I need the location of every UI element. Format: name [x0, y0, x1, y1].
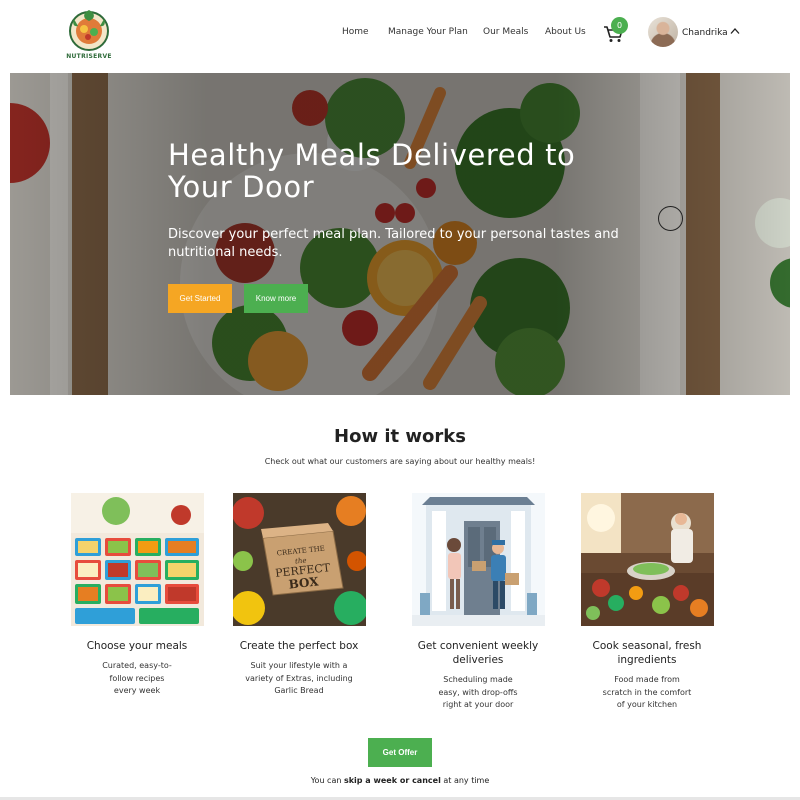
get-started-button[interactable]: Get Started	[168, 284, 232, 313]
step-description: Food made from scratch in the comfort of…	[602, 675, 692, 709]
step-title: Get convenient weekly deliveries	[417, 640, 539, 666]
get-offer-button[interactable]: Get Offer	[368, 738, 432, 767]
cursor-ring-icon	[658, 206, 683, 231]
know-more-button[interactable]: Know more	[244, 284, 308, 313]
how-it-works-title: How it works	[334, 426, 466, 447]
nav-our-meals-link[interactable]: Our Meals	[483, 27, 528, 37]
top-navbar: NUTRISERVE Home Manage Your Plan Our Mea…	[0, 0, 800, 72]
hero-subtitle: Discover your perfect meal plan. Tailore…	[168, 227, 619, 260]
user-menu[interactable]: Chandrika	[648, 17, 748, 49]
door-delivery-image	[412, 493, 545, 626]
chevron-up-icon[interactable]	[730, 27, 740, 35]
logo-emblem-icon	[69, 10, 109, 51]
step-title: Cook seasonal, fresh ingredients	[592, 640, 702, 666]
cancel-note-prefix: You can	[310, 776, 344, 785]
cancel-note: You can skip a week or cancel at any tim…	[0, 776, 800, 785]
cancel-note-suffix: at any time	[440, 776, 490, 785]
hero-banner: Healthy Meals Delivered to Your Door Dis…	[10, 73, 790, 395]
perfect-box-image: CREATE THE the PERFECT BOX	[233, 493, 366, 626]
step-description: Scheduling made easy, with drop-offs rig…	[438, 675, 518, 709]
step-description: Curated, easy-to-follow recipes every we…	[102, 661, 172, 695]
step-description: Suit your lifestyle with a variety of Ex…	[245, 661, 353, 695]
nav-about-link[interactable]: About Us	[545, 27, 586, 37]
nav-manage-plan-link[interactable]: Manage Your Plan	[388, 27, 468, 37]
brand-name: NUTRISERVE	[66, 53, 112, 60]
avatar	[648, 17, 678, 47]
user-name: Chandrika	[682, 28, 728, 38]
step-title: Create the perfect box	[239, 640, 359, 652]
hero-title: Healthy Meals Delivered to Your Door	[168, 138, 576, 204]
nav-home-link[interactable]: Home	[342, 27, 369, 37]
meal-prep-containers-image	[71, 493, 204, 626]
how-it-works-subtitle: Check out what our customers are saying …	[264, 457, 536, 466]
brand-logo[interactable]: NUTRISERVE	[62, 7, 116, 63]
step-title: Choose your meals	[86, 640, 188, 652]
kitchen-cooking-image	[581, 493, 714, 626]
cart-count-badge: 0	[611, 17, 628, 34]
cancel-note-bold: skip a week or cancel	[343, 776, 441, 785]
